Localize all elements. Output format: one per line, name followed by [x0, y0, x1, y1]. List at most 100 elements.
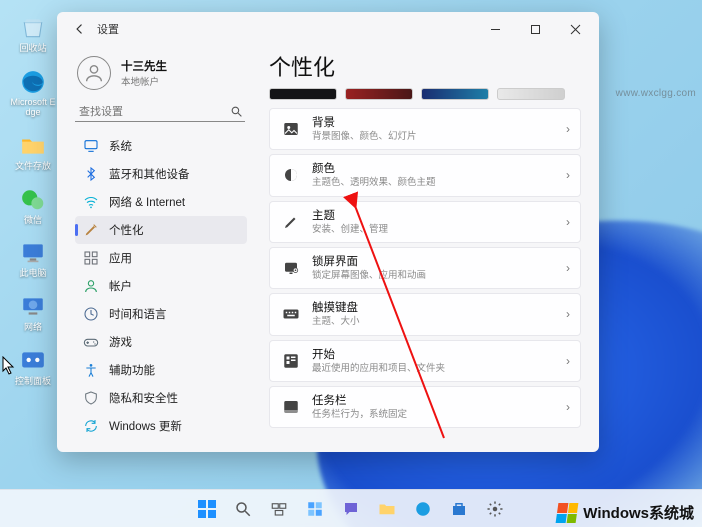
back-button[interactable] — [67, 16, 93, 42]
desktop-icon-edge[interactable]: Microsoft Edge — [8, 68, 58, 118]
page-title: 个性化 — [269, 48, 581, 88]
nav: 系统蓝牙和其他设备网络 & Internet个性化应用帐户时间和语言游戏辅助功能… — [75, 132, 247, 440]
chevron-right-icon: › — [566, 168, 570, 182]
nav-item-accessibility[interactable]: 辅助功能 — [75, 356, 247, 384]
nav-item-label: 辅助功能 — [109, 362, 155, 378]
card-subtitle: 最近使用的应用和项目、文件夹 — [312, 363, 554, 374]
nav-item-update[interactable]: Windows 更新 — [75, 412, 247, 440]
nav-item-time-lang[interactable]: 时间和语言 — [75, 300, 247, 328]
gaming-icon — [83, 334, 99, 350]
background-icon — [282, 120, 300, 138]
nav-item-label: 应用 — [109, 250, 132, 266]
nav-item-gaming[interactable]: 游戏 — [75, 328, 247, 356]
start-icon — [282, 352, 300, 370]
card-title: 主题 — [312, 209, 554, 224]
search-input[interactable] — [75, 102, 245, 122]
recycle-icon — [19, 14, 47, 42]
taskbar-chat[interactable] — [336, 494, 366, 524]
theme-thumbnails — [269, 88, 581, 108]
taskbar-start[interactable] — [192, 494, 222, 524]
titlebar: 设置 — [57, 12, 599, 46]
folder-icon — [19, 132, 47, 160]
theme-thumb[interactable] — [421, 88, 489, 100]
brand-watermark: Windows系统城 — [557, 502, 694, 523]
nav-item-label: 帐户 — [109, 278, 132, 294]
nav-item-label: 时间和语言 — [109, 306, 167, 322]
desktop-icon-folder[interactable]: 文件存放 — [8, 132, 58, 172]
chevron-right-icon: › — [566, 400, 570, 414]
desktop-icon-label: Microsoft Edge — [9, 98, 57, 118]
card-start[interactable]: 开始最近使用的应用和项目、文件夹› — [269, 340, 581, 382]
taskbar-store[interactable] — [444, 494, 474, 524]
taskbar-taskview[interactable] — [264, 494, 294, 524]
desktop-icon-recycle[interactable]: 回收站 — [8, 14, 58, 54]
time-lang-icon — [83, 306, 99, 322]
desktop-icon-thispc[interactable]: 此电脑 — [8, 239, 58, 279]
edge-icon — [19, 68, 47, 96]
update-icon — [83, 418, 99, 434]
card-title: 触摸键盘 — [312, 301, 554, 316]
card-touchkbd[interactable]: 触摸键盘主题、大小› — [269, 293, 581, 335]
touchkbd-icon — [282, 305, 300, 323]
nav-item-bluetooth[interactable]: 蓝牙和其他设备 — [75, 160, 247, 188]
theme-thumb[interactable] — [345, 88, 413, 100]
desktop-icon-wechat[interactable]: 微信 — [8, 186, 58, 226]
card-lockscreen[interactable]: 锁屏界面锁定屏幕图像、应用和动画› — [269, 247, 581, 289]
card-title: 颜色 — [312, 162, 554, 177]
taskbar-settings[interactable] — [480, 494, 510, 524]
nav-item-network[interactable]: 网络 & Internet — [75, 188, 247, 216]
card-taskbar[interactable]: 任务栏任务栏行为，系统固定 › — [269, 386, 581, 428]
nav-item-system[interactable]: 系统 — [75, 132, 247, 160]
card-subtitle: 背景图像、颜色、幻灯片 — [312, 131, 554, 142]
nav-item-label: 系统 — [109, 138, 132, 154]
settings-window: 设置 十三先生 本地帐户 — [57, 12, 599, 452]
personalize-icon — [83, 222, 99, 238]
nav-item-accounts[interactable]: 帐户 — [75, 272, 247, 300]
card-colors[interactable]: 颜色主题色、透明效果、颜色主题› — [269, 154, 581, 196]
watermark-url: www.wxclgg.com — [616, 88, 696, 99]
chevron-right-icon: › — [566, 215, 570, 229]
desktop-icon-label: 控制面板 — [15, 377, 51, 387]
taskbar-explorer[interactable] — [372, 494, 402, 524]
network-icon — [19, 293, 47, 321]
chevron-right-icon: › — [566, 354, 570, 368]
control-icon — [19, 347, 47, 375]
card-title: 背景 — [312, 116, 554, 131]
search-field[interactable] — [79, 106, 224, 118]
nav-item-apps[interactable]: 应用 — [75, 244, 247, 272]
privacy-icon — [83, 390, 99, 406]
maximize-button[interactable] — [515, 15, 555, 43]
thispc-icon — [19, 239, 47, 267]
card-subtitle: 安装、创建、管理 — [312, 224, 554, 235]
desktop-icon-network[interactable]: 网络 — [8, 293, 58, 333]
apps-icon — [83, 250, 99, 266]
profile[interactable]: 十三先生 本地帐户 — [75, 50, 247, 102]
taskbar-edge[interactable] — [408, 494, 438, 524]
accounts-icon — [83, 278, 99, 294]
desktop-icon-control[interactable]: 控制面板 — [8, 347, 58, 387]
system-icon — [83, 138, 99, 154]
accessibility-icon — [83, 362, 99, 378]
theme-thumb[interactable] — [269, 88, 337, 100]
profile-name: 十三先生 — [121, 58, 167, 74]
windows-logo-icon — [556, 503, 579, 523]
theme-thumb[interactable] — [497, 88, 565, 100]
content: 个性化 背景背景图像、颜色、幻灯片›颜色主题色、透明效果、颜色主题›主题安装、创… — [255, 46, 599, 452]
desktop-icon-label: 文件存放 — [15, 162, 51, 172]
card-title: 任务栏 — [312, 394, 554, 409]
chevron-right-icon: › — [566, 307, 570, 321]
profile-type: 本地帐户 — [121, 74, 167, 88]
desktop-icon-label: 微信 — [24, 216, 42, 226]
taskbar-search[interactable] — [228, 494, 258, 524]
card-themes[interactable]: 主题安装、创建、管理 › — [269, 201, 581, 243]
nav-item-privacy[interactable]: 隐私和安全性 — [75, 384, 247, 412]
close-button[interactable] — [555, 15, 595, 43]
nav-item-personalize[interactable]: 个性化 — [75, 216, 247, 244]
bluetooth-icon — [83, 166, 99, 182]
minimize-button[interactable] — [475, 15, 515, 43]
desktop-icon-label: 回收站 — [19, 44, 46, 54]
chevron-right-icon: › — [566, 261, 570, 275]
card-subtitle: 任务栏行为，系统固定 — [312, 409, 554, 420]
taskbar-widgets[interactable] — [300, 494, 330, 524]
card-background[interactable]: 背景背景图像、颜色、幻灯片› — [269, 108, 581, 150]
